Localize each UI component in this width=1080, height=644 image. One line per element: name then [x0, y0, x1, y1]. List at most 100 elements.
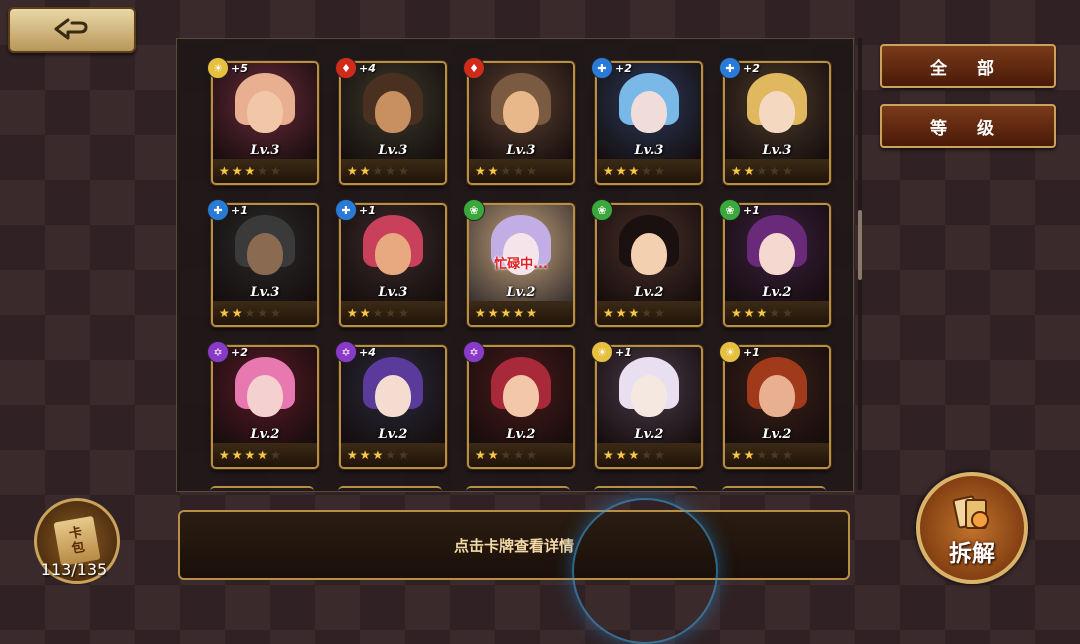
star-icon: ★: [487, 306, 499, 320]
hero-badge: ✚ +2: [591, 57, 632, 79]
hero-badge: ♦: [463, 57, 485, 79]
star-icon: ★: [385, 448, 397, 462]
touch-glow-effect: [572, 498, 718, 644]
star-icon: ★: [782, 448, 793, 462]
star-icon: ★: [257, 448, 269, 462]
hero-card[interactable]: Lv.2 ★ ★ ★ ★ ★: [723, 345, 831, 469]
star-icon: ★: [603, 164, 614, 178]
star-icon: ★: [782, 306, 793, 320]
fire-element-icon: ♦: [463, 57, 485, 79]
hero-card[interactable]: Lv.3 ★ ★ ★ ★ ★: [723, 61, 831, 185]
hero-card[interactable]: Lv.2 ★ ★ ★ ★ ★: [723, 203, 831, 327]
star-icon: ★: [654, 448, 665, 462]
back-button[interactable]: [8, 7, 136, 53]
hero-face: [247, 233, 283, 275]
disband-label: 拆解: [949, 541, 995, 567]
hero-card[interactable]: Lv.2 ★ ★ ★ ★ ★: [339, 345, 447, 469]
light-element-icon: ☀: [207, 57, 229, 79]
hero-stars: ★ ★ ★ ★ ★: [469, 443, 573, 467]
hero-face: [759, 91, 795, 133]
scrollbar[interactable]: [858, 38, 862, 490]
star-icon: ★: [219, 164, 230, 178]
water-element-icon: ✚: [207, 199, 229, 221]
star-icon: ★: [231, 164, 243, 178]
star-icon: ★: [615, 448, 627, 462]
star-icon: ★: [244, 306, 256, 320]
hero-card[interactable]: Lv.3 ★ ★ ★ ★ ★: [339, 203, 447, 327]
hero-level: Lv.3: [378, 285, 408, 300]
hero-level: Lv.3: [634, 143, 664, 158]
hero-card[interactable]: Lv.3 ★ ★ ★ ★ ★: [467, 61, 575, 185]
hero-plus: +2: [743, 61, 760, 75]
card-pack-icon-text-bottom: 包: [70, 539, 87, 557]
hero-card-partial[interactable]: [210, 486, 314, 494]
hero-card-partial[interactable]: [594, 486, 698, 494]
hero-level: Lv.3: [250, 143, 280, 158]
hero-stars: ★ ★ ★ ★ ★: [341, 443, 445, 467]
hero-face: [759, 375, 795, 417]
hero-card[interactable]: Lv.3 ★ ★ ★ ★ ★: [211, 203, 319, 327]
hero-level: Lv.2: [506, 285, 536, 300]
star-icon: ★: [628, 448, 640, 462]
card-grid-panel: Lv.3 ★ ★ ★ ★ ★ ☀ +5 Lv.3 ★ ★ ★ ★ ★ ♦ +4 Lv.3 ★ ★ ★ ★ ★…: [176, 38, 854, 492]
star-icon: ★: [756, 448, 768, 462]
filter-all-label: 全 部: [930, 58, 1006, 79]
hero-card[interactable]: Lv.2 ★ ★ ★ ★ ★: [467, 345, 575, 469]
hero-face: [759, 233, 795, 275]
hero-card[interactable]: Lv.2 ★ ★ ★ ★ ★: [211, 345, 319, 469]
star-icon: ★: [513, 448, 525, 462]
star-icon: ★: [270, 164, 281, 178]
star-icon: ★: [628, 306, 640, 320]
hero-card-partial[interactable]: [338, 486, 442, 494]
hero-card[interactable]: Lv.3 ★ ★ ★ ★ ★: [339, 61, 447, 185]
star-icon: ★: [769, 448, 781, 462]
star-icon: ★: [244, 164, 256, 178]
star-icon: ★: [347, 448, 358, 462]
sort-level-button[interactable]: 等 级: [880, 104, 1056, 148]
star-icon: ★: [526, 164, 537, 178]
hero-level: Lv.3: [378, 143, 408, 158]
scroll-thumb[interactable]: [858, 210, 862, 280]
star-icon: ★: [257, 306, 269, 320]
hero-face: [503, 91, 539, 133]
info-bar: 点击卡牌查看详情: [178, 510, 850, 580]
hero-stars: ★ ★ ★ ★ ★: [213, 443, 317, 467]
star-icon: ★: [603, 448, 614, 462]
star-icon: ★: [641, 164, 653, 178]
hero-badge: ❀: [463, 199, 485, 221]
info-text: 点击卡牌查看详情: [453, 536, 574, 555]
hero-card[interactable]: Lv.3 ★ ★ ★ ★ ★: [595, 61, 703, 185]
hero-plus: +4: [359, 345, 376, 359]
hero-badge: ✡ +2: [207, 341, 248, 363]
light-element-icon: ☀: [591, 341, 613, 363]
hero-card-partial[interactable]: [466, 486, 570, 494]
star-icon: ★: [359, 448, 371, 462]
star-icon: ★: [231, 306, 243, 320]
disband-button[interactable]: 拆解: [916, 472, 1028, 584]
hero-card-partial[interactable]: [722, 486, 826, 494]
hero-level: Lv.2: [762, 427, 792, 442]
card-count: 113/135: [40, 560, 108, 579]
hero-card[interactable]: Lv.2 ★ ★ ★ ★ ★: [595, 203, 703, 327]
wind-element-icon: ❀: [463, 199, 485, 221]
hero-badge: ✚ +1: [335, 199, 376, 221]
star-icon: ★: [398, 448, 409, 462]
hero-card[interactable]: Lv.2 ★ ★ ★ ★ ★: [595, 345, 703, 469]
hero-face: [631, 375, 667, 417]
star-icon: ★: [500, 448, 512, 462]
star-icon: ★: [743, 164, 755, 178]
star-icon: ★: [743, 306, 755, 320]
hero-card[interactable]: 忙碌中... Lv.2 ★ ★ ★ ★ ★: [467, 203, 575, 327]
disband-icon: [952, 495, 989, 529]
star-icon: ★: [487, 448, 499, 462]
wind-element-icon: ❀: [719, 199, 741, 221]
hero-face: [247, 375, 283, 417]
star-icon: ★: [769, 164, 781, 178]
hero-card[interactable]: Lv.3 ★ ★ ★ ★ ★: [211, 61, 319, 185]
hero-stars: ★ ★ ★ ★ ★: [213, 159, 317, 183]
filter-all-button[interactable]: 全 部: [880, 44, 1056, 88]
hero-badge: ❀ +1: [719, 199, 760, 221]
star-icon: ★: [475, 306, 486, 320]
water-element-icon: ✚: [591, 57, 613, 79]
wind-element-icon: ❀: [591, 199, 613, 221]
